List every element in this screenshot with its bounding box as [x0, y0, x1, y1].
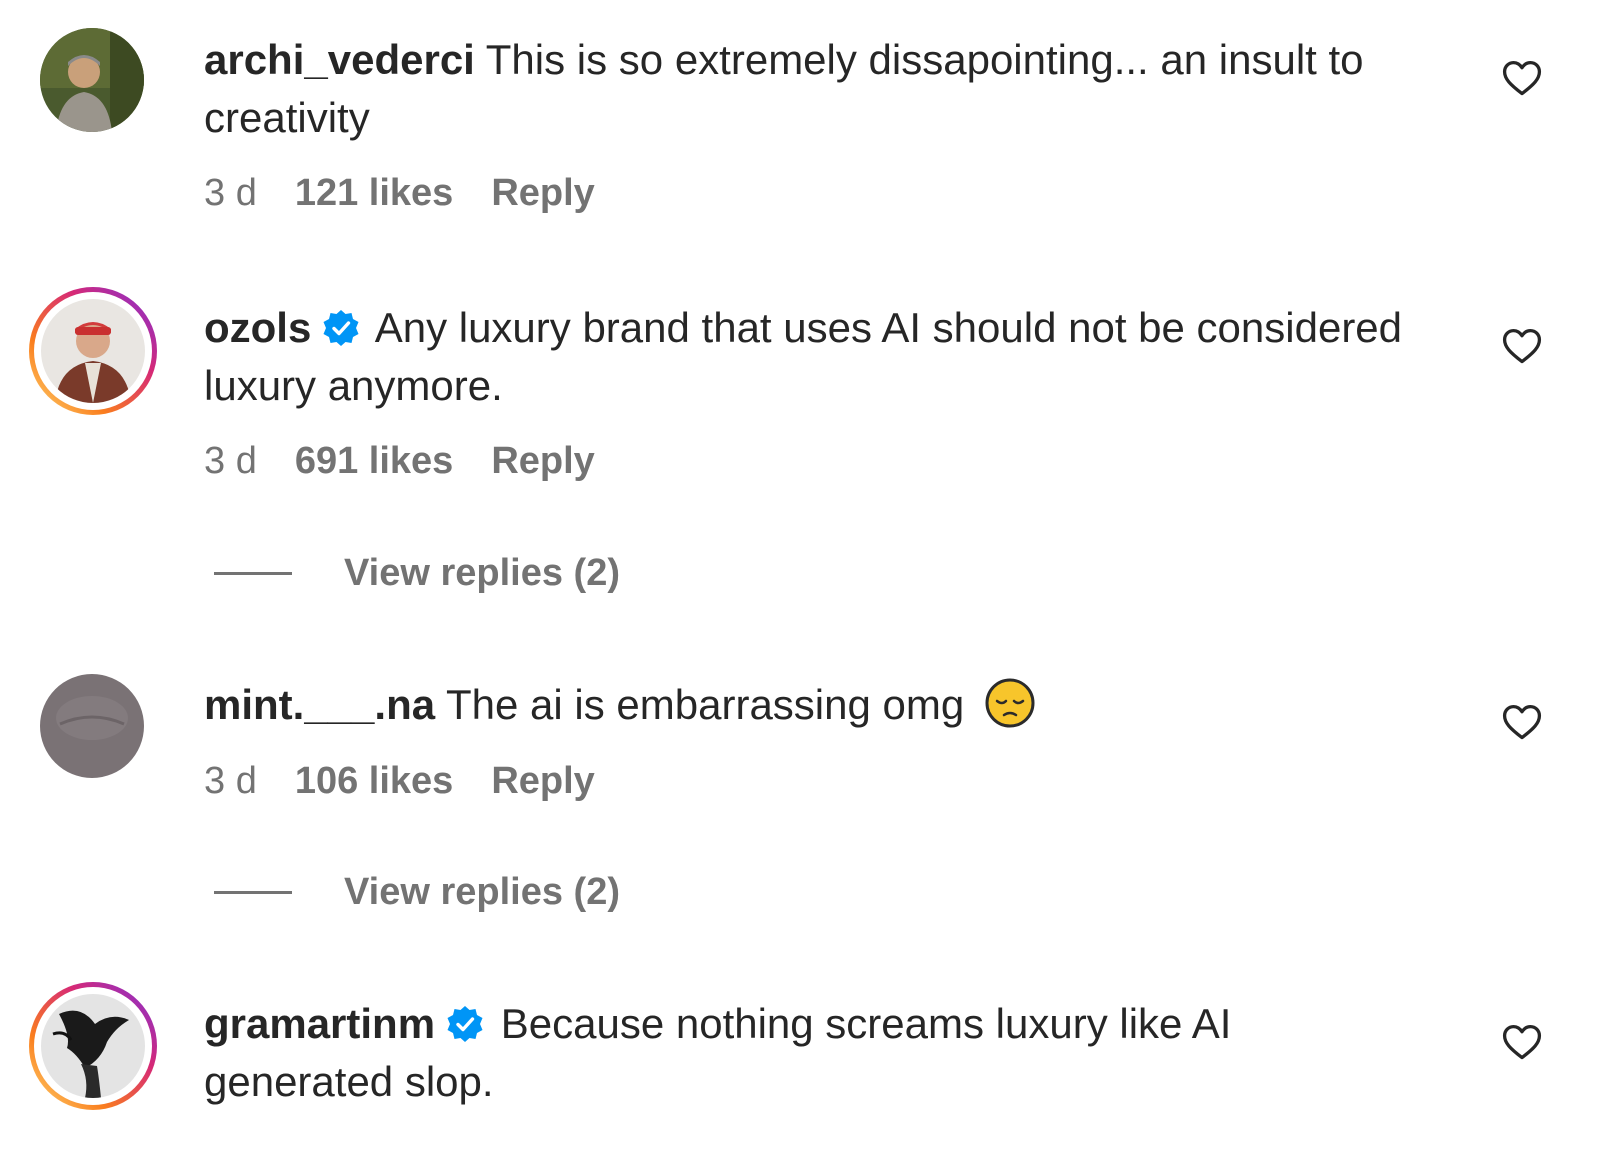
comment-text: archi_vederci This is so extremely dissa… — [204, 31, 1424, 147]
replies-divider-line — [214, 891, 292, 894]
comment-username[interactable]: mint.___.na — [204, 681, 435, 728]
comment-likes[interactable]: 121 likes — [295, 172, 453, 215]
comment-text: gramartinm Because nothing screams luxur… — [204, 995, 1424, 1111]
verified-badge-icon — [323, 310, 359, 346]
comment-meta: 3 d 106 likes Reply — [204, 760, 595, 803]
heart-icon[interactable] — [1500, 700, 1544, 744]
comment-time: 3 d — [204, 440, 257, 482]
reply-button[interactable]: Reply — [491, 760, 594, 803]
reply-button[interactable]: Reply — [491, 172, 594, 215]
heart-icon[interactable] — [1500, 324, 1544, 368]
comment-username[interactable]: archi_vederci — [204, 36, 475, 83]
comment-username[interactable]: ozols — [204, 304, 311, 351]
verified-badge-icon — [447, 1006, 483, 1042]
comment-body: The ai is embarrassing omg — [446, 681, 965, 728]
avatar[interactable] — [29, 982, 157, 1110]
view-replies-button[interactable]: View replies (2) — [214, 871, 620, 914]
view-replies-label: View replies (2) — [344, 871, 620, 913]
comment-text: mint.___.na The ai is embarrassing omg — [204, 676, 1424, 734]
heart-icon[interactable] — [1500, 1020, 1544, 1064]
comment-body: Any luxury brand that uses AI should not… — [204, 304, 1403, 409]
reply-button[interactable]: Reply — [491, 440, 594, 483]
avatar[interactable] — [29, 287, 157, 415]
avatar-image — [41, 994, 145, 1098]
comment-likes[interactable]: 106 likes — [295, 760, 453, 803]
comment-time: 3 d — [204, 172, 257, 214]
avatar[interactable] — [40, 674, 144, 778]
avatar[interactable] — [40, 28, 144, 132]
comment-likes[interactable]: 691 likes — [295, 440, 453, 483]
comment-username[interactable]: gramartinm — [204, 1000, 435, 1047]
pensive-face-emoji-icon — [985, 678, 1035, 728]
comment-text: ozols Any luxury brand that uses AI shou… — [204, 299, 1424, 415]
replies-divider-line — [214, 572, 292, 575]
view-replies-label: View replies (2) — [344, 552, 620, 594]
avatar-image — [41, 299, 145, 403]
comment-meta: 3 d 121 likes Reply — [204, 172, 595, 215]
comment-time: 3 d — [204, 760, 257, 802]
heart-icon[interactable] — [1500, 56, 1544, 100]
view-replies-button[interactable]: View replies (2) — [214, 552, 620, 595]
comment-meta: 3 d 691 likes Reply — [204, 440, 595, 483]
